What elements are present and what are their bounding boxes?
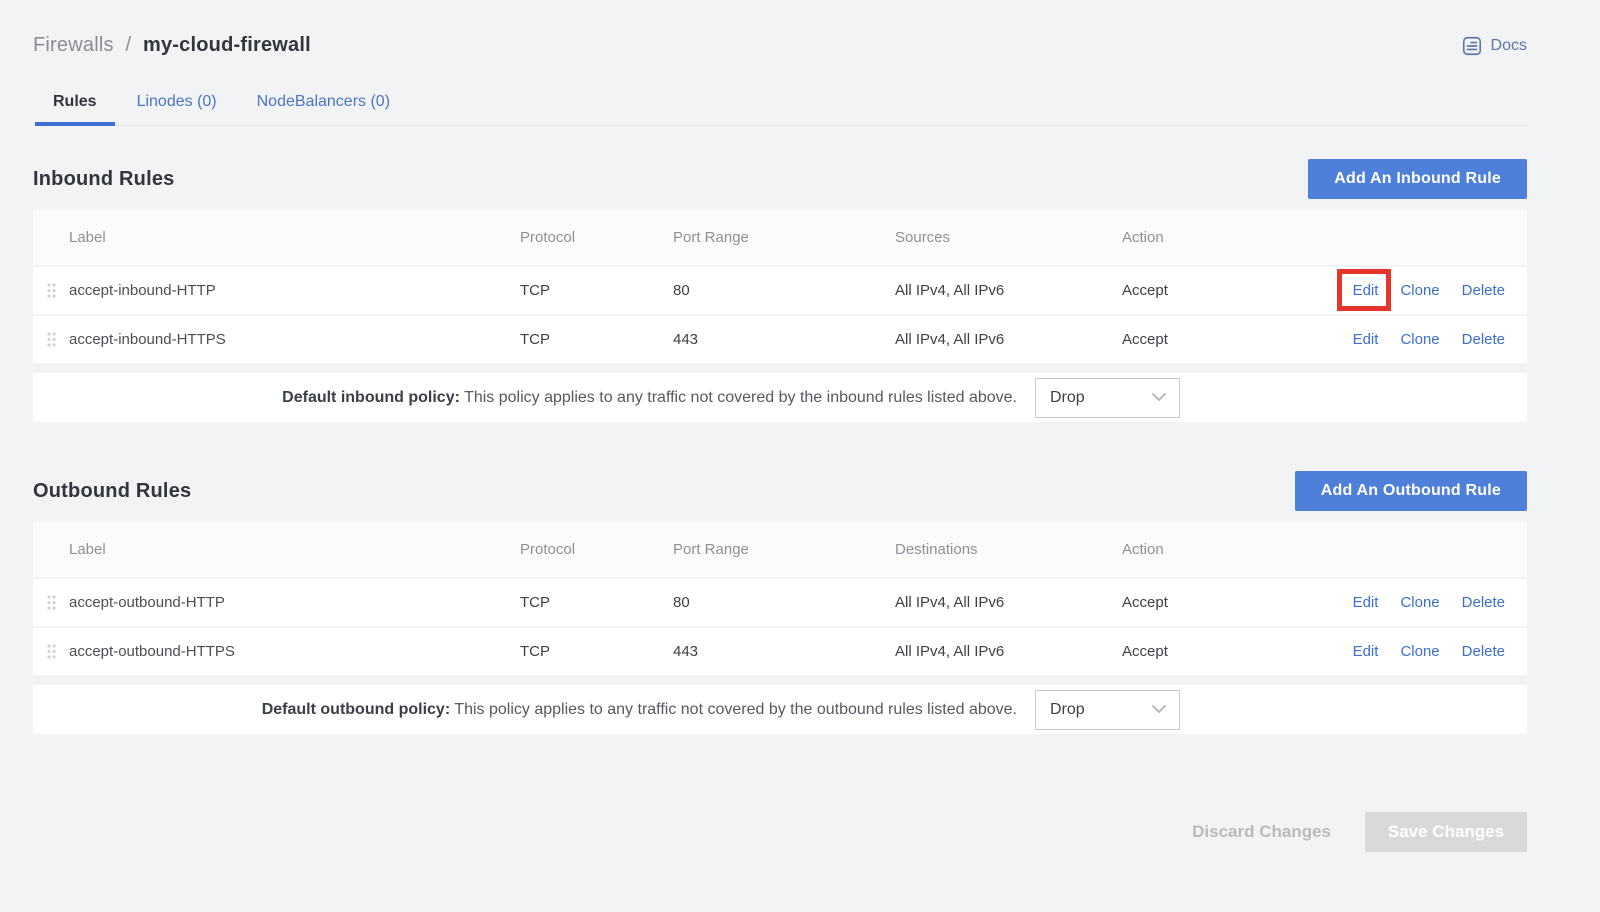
tab-linodes[interactable]: Linodes (0) [117, 81, 237, 125]
delete-rule-button[interactable]: Delete [1462, 331, 1505, 348]
add-inbound-rule-button[interactable]: Add An Inbound Rule [1308, 159, 1527, 199]
edit-rule-button[interactable]: Edit [1353, 643, 1379, 660]
default-inbound-policy-text: Default inbound policy: This policy appl… [282, 389, 1017, 407]
document-icon [1461, 35, 1483, 57]
inbound-rules-section: Inbound Rules Add An Inbound Rule Label … [33, 159, 1527, 422]
delete-rule-button[interactable]: Delete [1462, 282, 1505, 299]
add-outbound-rule-button[interactable]: Add An Outbound Rule [1295, 471, 1527, 511]
drag-handle-icon [47, 595, 56, 610]
column-header-protocol: Protocol [520, 541, 673, 558]
rule-destinations: All IPv4, All IPv6 [895, 643, 1122, 660]
rule-protocol: TCP [520, 282, 673, 299]
save-changes-button[interactable]: Save Changes [1365, 812, 1527, 852]
rule-port-range: 80 [673, 282, 895, 299]
inbound-table-header: Label Protocol Port Range Sources Action [33, 210, 1527, 265]
edit-rule-button[interactable]: Edit [1353, 282, 1379, 299]
table-row-accept-inbound-http: accept-inbound-HTTP TCP 80 All IPv4, All… [33, 265, 1527, 314]
rule-destinations: All IPv4, All IPv6 [895, 594, 1122, 611]
outbound-rules-title: Outbound Rules [33, 480, 191, 503]
column-header-action: Action [1122, 541, 1282, 558]
rule-port-range: 443 [673, 331, 895, 348]
discard-changes-button[interactable]: Discard Changes [1192, 822, 1331, 842]
edit-rule-button[interactable]: Edit [1353, 331, 1379, 348]
rule-label: accept-outbound-HTTPS [69, 643, 520, 660]
rule-label: accept-outbound-HTTP [69, 594, 520, 611]
topbar: Firewalls / my-cloud-firewall Docs [33, 0, 1527, 60]
selected-policy-value: Drop [1050, 389, 1085, 407]
selected-policy-value: Drop [1050, 701, 1085, 719]
table-row-accept-outbound-https: accept-outbound-HTTPS TCP 443 All IPv4, … [33, 626, 1527, 675]
column-header-port-range: Port Range [673, 229, 895, 246]
clone-rule-button[interactable]: Clone [1400, 282, 1439, 299]
drag-handle-icon [47, 644, 56, 659]
default-outbound-policy-text: Default outbound policy: This policy app… [262, 701, 1017, 719]
inbound-rules-title: Inbound Rules [33, 168, 174, 191]
rule-protocol: TCP [520, 594, 673, 611]
default-outbound-policy-select[interactable]: Drop [1035, 690, 1180, 730]
drag-handle[interactable] [33, 644, 69, 659]
drag-handle[interactable] [33, 283, 69, 298]
clone-rule-button[interactable]: Clone [1400, 331, 1439, 348]
rule-protocol: TCP [520, 331, 673, 348]
tab-nodebalancers[interactable]: NodeBalancers (0) [237, 81, 410, 125]
outbound-rules-section: Outbound Rules Add An Outbound Rule Labe… [33, 471, 1527, 734]
docs-link[interactable]: Docs [1461, 35, 1527, 57]
breadcrumb-firewalls-link[interactable]: Firewalls [33, 34, 114, 56]
docs-link-label: Docs [1491, 37, 1527, 55]
rule-action: Accept [1122, 331, 1282, 348]
chevron-down-icon [1151, 389, 1167, 407]
inbound-rules-table: Label Protocol Port Range Sources Action [33, 210, 1527, 363]
active-tab-underline [35, 122, 115, 126]
default-inbound-policy-select[interactable]: Drop [1035, 378, 1180, 418]
drag-handle-icon [47, 332, 56, 347]
rule-protocol: TCP [520, 643, 673, 660]
outbound-table-header: Label Protocol Port Range Destinations A… [33, 522, 1527, 577]
chevron-down-icon [1151, 701, 1167, 719]
column-header-protocol: Protocol [520, 229, 673, 246]
column-header-label: Label [69, 229, 520, 246]
breadcrumb-separator: / [125, 34, 131, 56]
firewall-detail-page: Firewalls / my-cloud-firewall Docs Rules… [33, 0, 1527, 852]
rule-sources: All IPv4, All IPv6 [895, 331, 1122, 348]
edit-rule-button[interactable]: Edit [1353, 594, 1379, 611]
column-header-label: Label [69, 541, 520, 558]
table-row-accept-inbound-https: accept-inbound-HTTPS TCP 443 All IPv4, A… [33, 314, 1527, 363]
tab-bar: Rules Linodes (0) NodeBalancers (0) [33, 81, 1527, 126]
delete-rule-button[interactable]: Delete [1462, 643, 1505, 660]
rule-port-range: 443 [673, 643, 895, 660]
clone-rule-button[interactable]: Clone [1400, 643, 1439, 660]
column-header-destinations: Destinations [895, 541, 1122, 558]
drag-handle[interactable] [33, 595, 69, 610]
breadcrumb: Firewalls / my-cloud-firewall [33, 34, 311, 57]
rule-label: accept-inbound-HTTPS [69, 331, 520, 348]
rule-action: Accept [1122, 594, 1282, 611]
outbound-rules-table: Label Protocol Port Range Destinations A… [33, 522, 1527, 675]
tab-rules[interactable]: Rules [33, 81, 117, 125]
clone-rule-button[interactable]: Clone [1400, 594, 1439, 611]
rule-label: accept-inbound-HTTP [69, 282, 520, 299]
rule-sources: All IPv4, All IPv6 [895, 282, 1122, 299]
default-outbound-policy-row: Default outbound policy: This policy app… [33, 685, 1527, 734]
default-inbound-policy-row: Default inbound policy: This policy appl… [33, 373, 1527, 422]
column-header-sources: Sources [895, 229, 1122, 246]
delete-rule-button[interactable]: Delete [1462, 594, 1505, 611]
rule-action: Accept [1122, 643, 1282, 660]
rule-port-range: 80 [673, 594, 895, 611]
table-row-accept-outbound-http: accept-outbound-HTTP TCP 80 All IPv4, Al… [33, 577, 1527, 626]
column-header-action: Action [1122, 229, 1282, 246]
rule-action: Accept [1122, 282, 1282, 299]
drag-handle-icon [47, 283, 56, 298]
page-title: my-cloud-firewall [143, 34, 311, 56]
drag-handle[interactable] [33, 332, 69, 347]
column-header-port-range: Port Range [673, 541, 895, 558]
footer-actions: Discard Changes Save Changes [33, 812, 1527, 852]
